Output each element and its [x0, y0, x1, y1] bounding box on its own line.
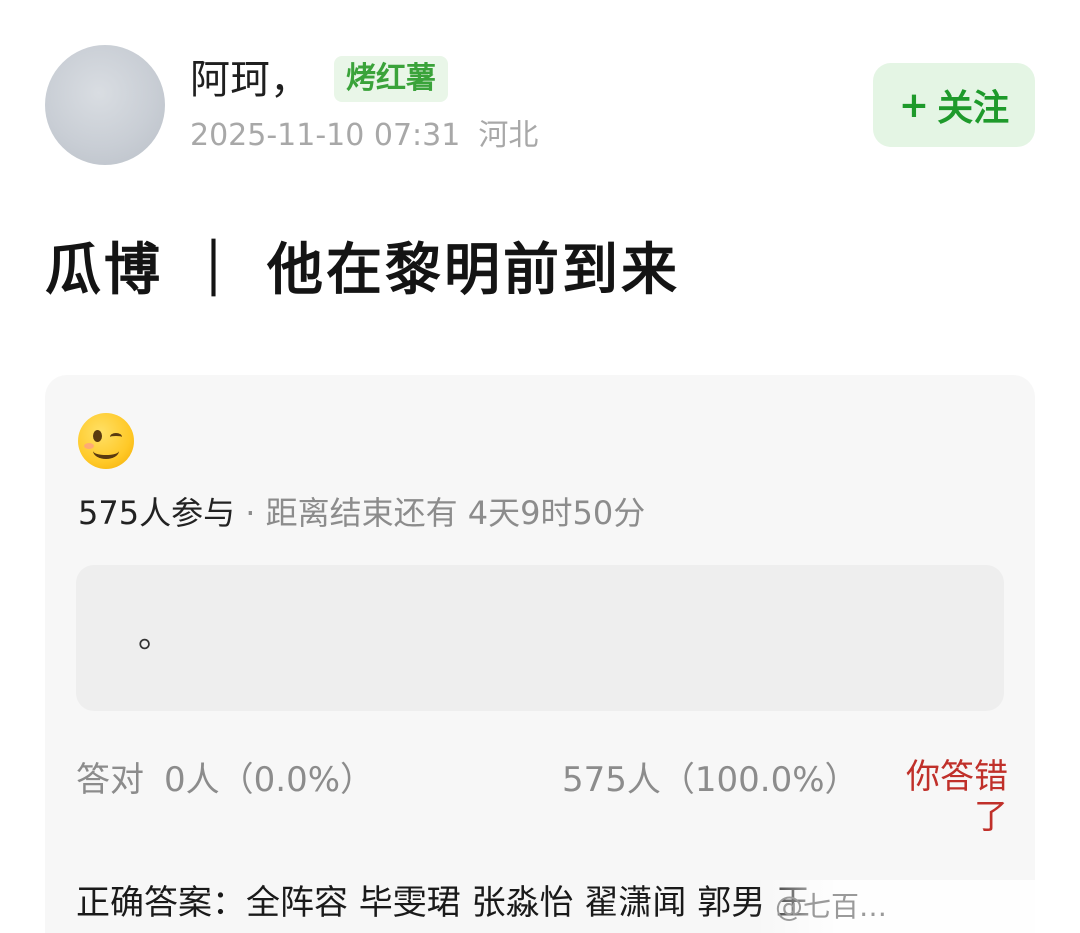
follow-label: 关注	[937, 88, 1010, 129]
follow-button[interactable]: + 关注	[873, 63, 1035, 147]
correct-stat: 答对 0人（0.0%）	[76, 757, 374, 803]
result-wrong-text: 你答错了	[906, 757, 1008, 837]
watermark: @七百…	[755, 880, 1080, 933]
user-avatar[interactable]	[45, 45, 165, 165]
correct-count: 0人（0.0%）	[164, 760, 375, 800]
correct-label: 答对	[76, 760, 144, 800]
quiz-card: 575人参与 · 距离结束还有 4天9时50分 。 答对 0人（0.0%） 575…	[45, 375, 1035, 933]
post-title: 瓜博 ｜ 他在黎明前到来	[45, 238, 680, 303]
winking-face-icon	[78, 413, 134, 469]
quiz-option[interactable]: 。	[76, 565, 1004, 711]
author-name[interactable]: 阿珂，	[190, 52, 310, 108]
post-page: 阿珂， 烤红薯 2025-11-10 07:31 河北 + 关注 瓜博 ｜ 他在黎…	[0, 0, 1080, 933]
post-meta: 2025-11-10 07:31 河北	[190, 116, 538, 156]
author-tag-badge: 烤红薯	[334, 56, 448, 102]
plus-icon: +	[898, 84, 930, 126]
correct-answer: 正确答案：全阵容 毕雯珺 张淼怡 翟潇闻 郭男 王	[76, 883, 811, 923]
other-stat: 575人（100.0%）	[562, 760, 859, 800]
participant-count: 575人参与	[78, 494, 236, 532]
quiz-participants: 575人参与 · 距离结束还有 4天9时50分	[78, 490, 645, 536]
post-location: 河北	[478, 118, 539, 153]
post-datetime: 2025-11-10 07:31	[190, 118, 461, 153]
time-remaining: · 距离结束还有 4天9时50分	[235, 494, 646, 532]
quiz-option-text: 。	[138, 616, 172, 656]
